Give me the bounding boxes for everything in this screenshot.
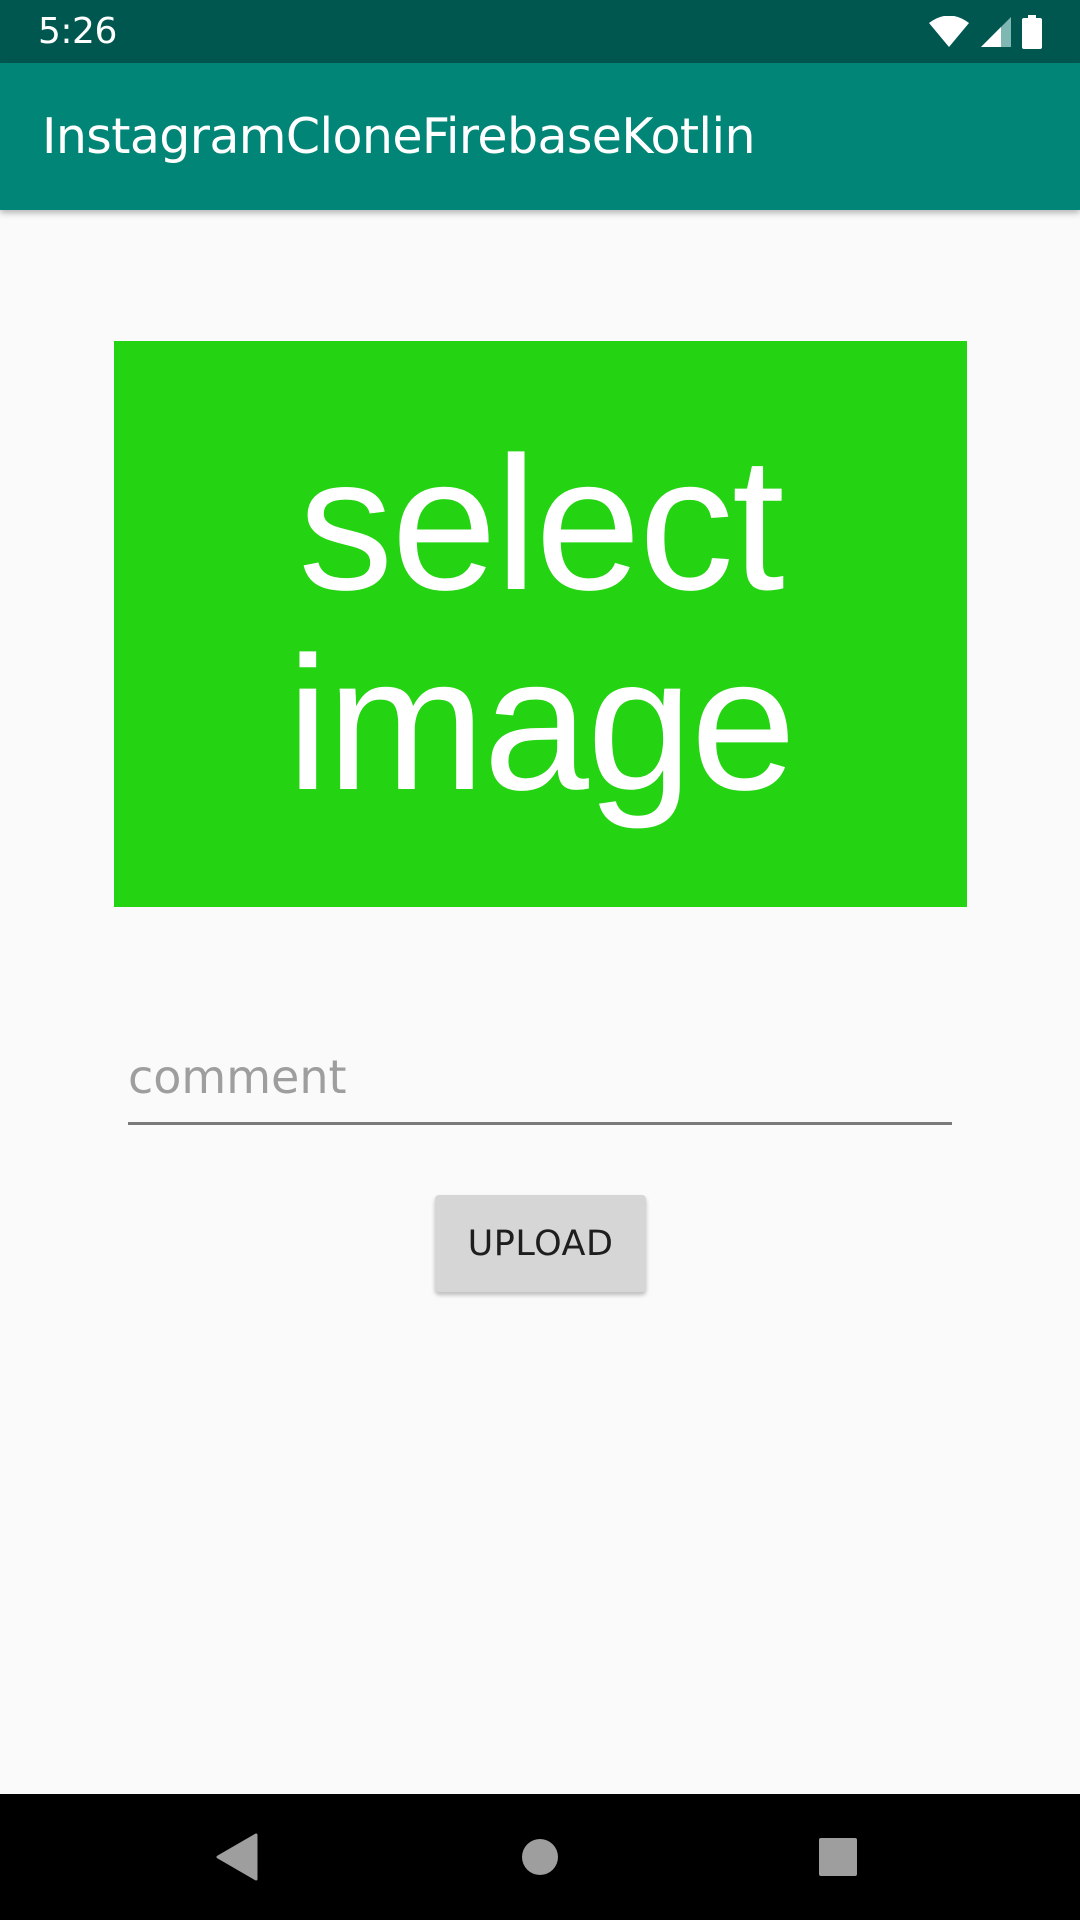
select-image-line1: select: [298, 418, 784, 630]
select-image-line2: image: [286, 618, 796, 830]
home-icon: [522, 1839, 558, 1875]
wifi-icon: [929, 16, 969, 47]
recents-button[interactable]: [778, 1794, 898, 1920]
comment-input[interactable]: [128, 1032, 952, 1125]
app-title: InstagramCloneFirebaseKotlin: [42, 108, 756, 165]
status-time: 5:26: [38, 11, 117, 52]
battery-icon: [1022, 15, 1042, 49]
status-icons: [928, 14, 1042, 50]
back-button[interactable]: [178, 1794, 298, 1920]
select-image-button[interactable]: select image: [114, 341, 967, 907]
recents-icon: [819, 1838, 857, 1876]
select-image-text: select image: [114, 341, 967, 907]
main-content: select image UPLOAD: [0, 210, 1080, 1794]
app-bar: InstagramCloneFirebaseKotlin: [0, 63, 1080, 210]
navigation-bar: [0, 1794, 1080, 1920]
cell-signal-icon: [981, 17, 1011, 47]
status-bar: 5:26: [0, 0, 1080, 63]
back-icon: [216, 1833, 258, 1881]
upload-button[interactable]: UPLOAD: [435, 1195, 646, 1292]
home-button[interactable]: [480, 1794, 600, 1920]
